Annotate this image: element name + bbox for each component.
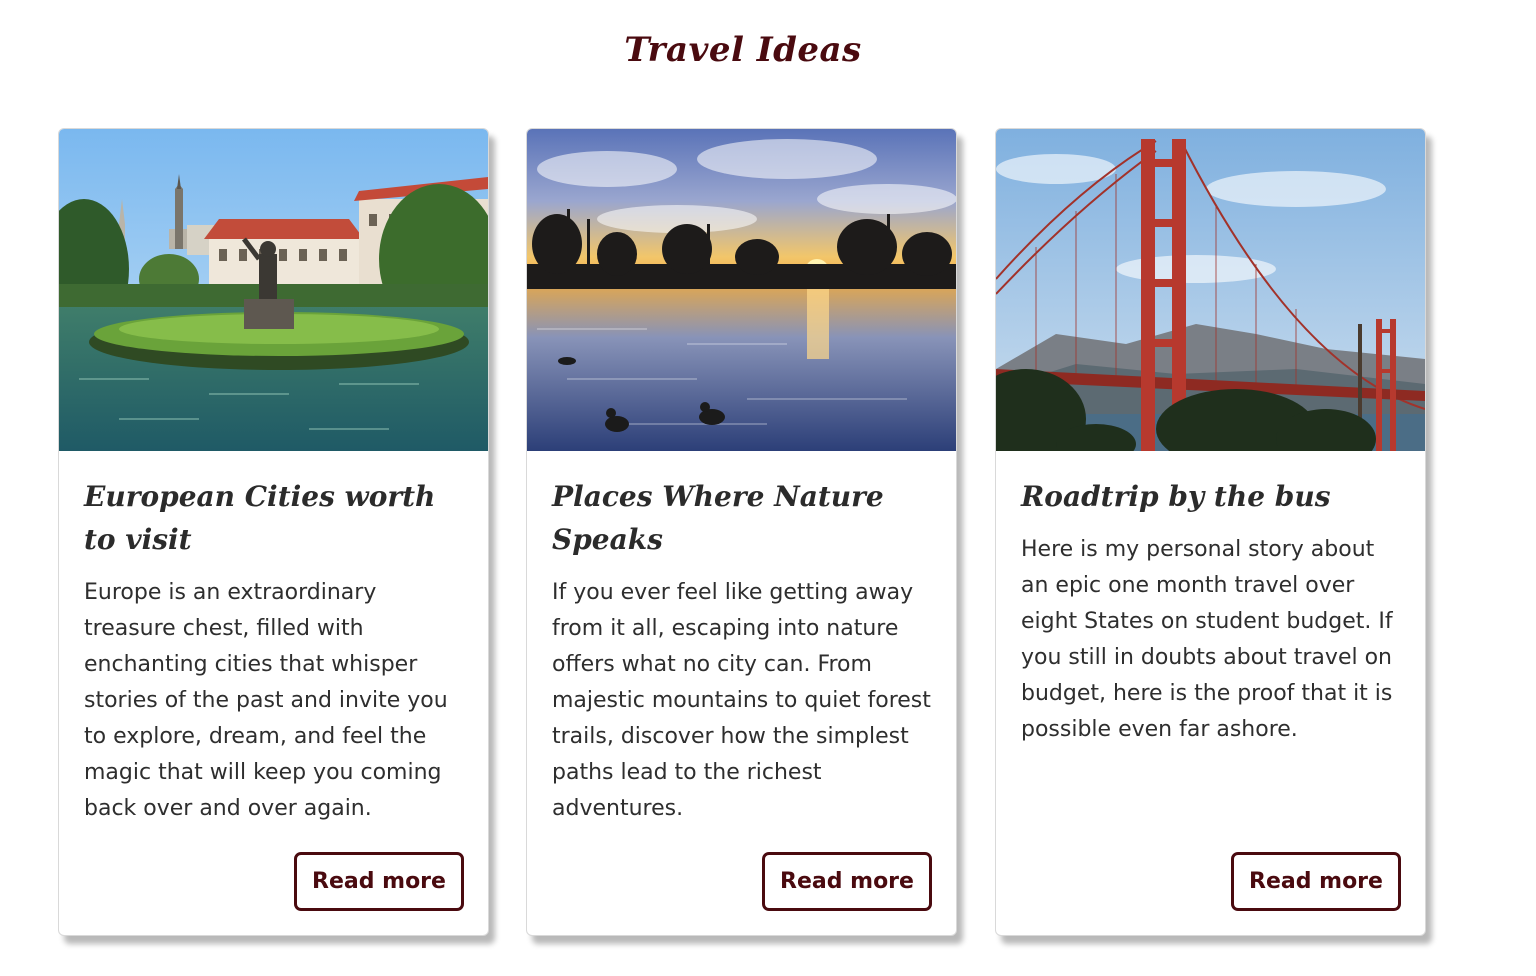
card-title: Roadtrip by the bus (1021, 480, 1331, 513)
read-more-button[interactable]: Read more (762, 852, 932, 911)
sunset-lake-ducks-photo (527, 129, 956, 451)
card-description: Europe is an extraordinary treasure ches… (84, 580, 448, 821)
card-title: Places Where Nature Speaks (552, 480, 884, 556)
card-nature-places: Places Where Nature Speaks If you ever f… (526, 128, 957, 936)
card-image-bridge (996, 129, 1425, 451)
card-european-cities: European Cities worth to visit Europe is… (58, 128, 489, 936)
card-roadtrip: Roadtrip by the bus Here is my personal … (995, 128, 1426, 936)
card-body: European Cities worth to visit Europe is… (84, 475, 469, 827)
page-title: Travel Ideas (624, 30, 862, 70)
card-grid: European Cities worth to visit Europe is… (58, 128, 1426, 936)
card-image-fountain (59, 129, 488, 451)
card-body: Roadtrip by the bus Here is my personal … (1021, 475, 1406, 748)
fountain-palace-garden-photo (59, 129, 488, 451)
card-description: If you ever feel like getting away from … (552, 580, 931, 821)
read-more-button[interactable]: Read more (294, 852, 464, 911)
read-more-button[interactable]: Read more (1231, 852, 1401, 911)
card-image-sunset-lake (527, 129, 956, 451)
golden-gate-bridge-photo (996, 129, 1425, 451)
card-description: Here is my personal story about an epic … (1021, 537, 1393, 742)
card-title: European Cities worth to visit (84, 480, 436, 556)
card-body: Places Where Nature Speaks If you ever f… (552, 475, 937, 827)
